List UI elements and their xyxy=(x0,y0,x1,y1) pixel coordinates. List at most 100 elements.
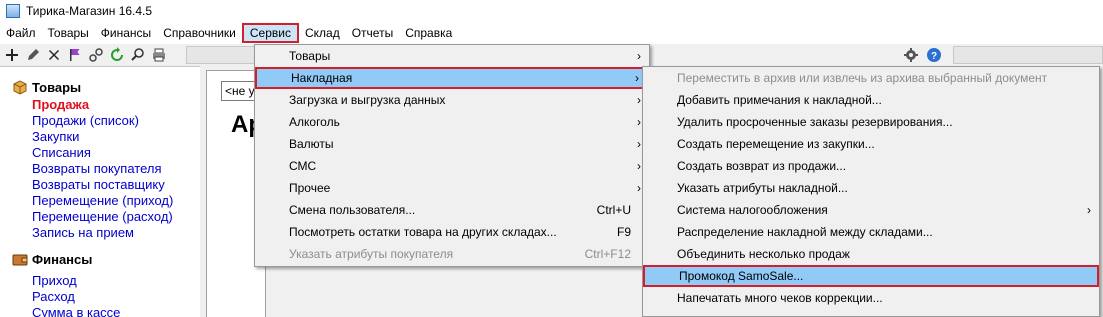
menu-item-label: Накладная xyxy=(291,71,353,85)
flag-icon[interactable] xyxy=(65,46,85,64)
sidebar-item-purchases[interactable]: Закупки xyxy=(0,129,200,145)
svg-text:?: ? xyxy=(931,51,937,62)
menu-warehouse[interactable]: Склад xyxy=(299,23,346,43)
invoice-menu-merge-sales[interactable]: Объединить несколько продаж xyxy=(643,243,1099,265)
menu-item-label: Объединить несколько продаж xyxy=(677,247,850,261)
sidebar-item-cash-sum[interactable]: Сумма в кассе xyxy=(0,305,200,317)
menu-item-label: Товары xyxy=(289,49,331,63)
sidebar-item-transfer-out[interactable]: Перемещение (расход) xyxy=(0,209,200,225)
invoice-menu-add-notes[interactable]: Добавить примечания к накладной... xyxy=(643,89,1099,111)
toolbar-right: ? xyxy=(899,44,1103,66)
menu-finance[interactable]: Финансы xyxy=(95,23,157,43)
service-menu-import-export[interactable]: Загрузка и выгрузка данных › xyxy=(255,89,649,111)
menu-item-label: Создать перемещение из закупки... xyxy=(677,137,875,151)
sidebar-section-goods[interactable]: Товары xyxy=(0,77,200,97)
menu-file[interactable]: Файл xyxy=(0,23,42,43)
invoice-menu-print-correction-receipts[interactable]: Напечатать много чеков коррекции... xyxy=(643,287,1099,309)
sidebar-item-writeoffs[interactable]: Списания xyxy=(0,145,200,161)
invoice-menu-distribute-warehouses[interactable]: Распределение накладной между складами..… xyxy=(643,221,1099,243)
service-menu-customer-attributes: Указать атрибуты покупателя Ctrl+F12 xyxy=(255,243,649,265)
invoice-menu-promocode-samosale[interactable]: Промокод SamoSale... xyxy=(643,265,1099,287)
invoice-menu-delete-expired[interactable]: Удалить просроченные заказы резервирован… xyxy=(643,111,1099,133)
invoice-menu-archive: Переместить в архив или извлечь из архив… xyxy=(643,67,1099,89)
invoice-menu-return-from-sale[interactable]: Создать возврат из продажи... xyxy=(643,155,1099,177)
chevron-right-icon: › xyxy=(1087,203,1091,217)
menu-reports[interactable]: Отчеты xyxy=(346,23,399,43)
sidebar-item-income[interactable]: Приход xyxy=(0,273,200,289)
menu-item-label: СМС xyxy=(289,159,317,173)
service-menu-invoice[interactable]: Накладная › xyxy=(255,67,649,89)
sidebar-item-sale[interactable]: Продажа xyxy=(0,97,200,113)
menu-item-label: Валюты xyxy=(289,137,334,151)
sidebar-item-expense[interactable]: Расход xyxy=(0,289,200,305)
chevron-right-icon: › xyxy=(637,93,641,107)
service-menu-change-user[interactable]: Смена пользователя... Ctrl+U xyxy=(255,199,649,221)
menu-item-label: Промокод SamoSale... xyxy=(679,269,804,283)
menu-item-label: Алкоголь xyxy=(289,115,340,129)
help-icon[interactable]: ? xyxy=(924,46,944,64)
chevron-right-icon: › xyxy=(637,115,641,129)
chevron-right-icon: › xyxy=(637,49,641,63)
service-menu-other[interactable]: Прочее › xyxy=(255,177,649,199)
menu-goods[interactable]: Товары xyxy=(42,23,95,43)
menu-item-label: Напечатать много чеков коррекции... xyxy=(677,291,883,305)
title-bar: Тирика-Магазин 16.4.5 xyxy=(0,0,1103,22)
menu-references[interactable]: Справочники xyxy=(157,23,242,43)
service-menu: Товары › Накладная › Загрузка и выгрузка… xyxy=(254,44,650,267)
sidebar-item-sales-list[interactable]: Продажи (список) xyxy=(0,113,200,129)
menu-item-label: Прочее xyxy=(289,181,331,195)
link-icon[interactable] xyxy=(86,46,106,64)
search-icon[interactable] xyxy=(128,46,148,64)
box-icon xyxy=(12,79,28,95)
service-menu-alcohol[interactable]: Алкоголь › xyxy=(255,111,649,133)
menu-help[interactable]: Справка xyxy=(399,23,458,43)
sidebar-item-transfer-in[interactable]: Перемещение (приход) xyxy=(0,193,200,209)
menu-item-label: Посмотреть остатки товара на других скла… xyxy=(289,225,557,239)
app-icon xyxy=(6,4,20,18)
menu-item-label: Удалить просроченные заказы резервирован… xyxy=(677,115,953,129)
menu-item-label: Указать атрибуты накладной... xyxy=(677,181,848,195)
invoice-submenu: Переместить в архив или извлечь из архив… xyxy=(642,66,1100,317)
menu-item-label: Добавить примечания к накладной... xyxy=(677,93,882,107)
sidebar: Товары Продажа Продажи (список) Закупки … xyxy=(0,66,200,317)
invoice-menu-attributes[interactable]: Указать атрибуты накладной... xyxy=(643,177,1099,199)
sidebar-item-appointment[interactable]: Запись на прием xyxy=(0,225,200,241)
chevron-right-icon: › xyxy=(637,181,641,195)
toolbar-field xyxy=(186,46,258,64)
menu-item-label: Система налогообложения xyxy=(677,203,828,217)
toolbar-right-field xyxy=(953,46,1103,64)
chevron-right-icon: › xyxy=(635,71,639,85)
settings-icon[interactable] xyxy=(901,46,921,64)
sidebar-section-title: Финансы xyxy=(32,251,93,267)
menu-item-shortcut: Ctrl+F12 xyxy=(584,247,631,261)
refresh-icon[interactable] xyxy=(107,46,127,64)
service-menu-goods[interactable]: Товары › xyxy=(255,45,649,67)
window-title: Тирика-Магазин 16.4.5 xyxy=(26,4,153,18)
chevron-right-icon: › xyxy=(637,159,641,173)
sidebar-section-finance[interactable]: Финансы xyxy=(0,249,200,269)
menu-item-label: Смена пользователя... xyxy=(289,203,416,217)
invoice-menu-transfer-from-purchase[interactable]: Создать перемещение из закупки... xyxy=(643,133,1099,155)
print-icon[interactable] xyxy=(149,46,169,64)
chevron-right-icon: › xyxy=(637,137,641,151)
service-menu-stock-other-warehouses[interactable]: Посмотреть остатки товара на других скла… xyxy=(255,221,649,243)
edit-icon[interactable] xyxy=(23,46,43,64)
menu-item-label: Создать возврат из продажи... xyxy=(677,159,847,173)
service-menu-sms[interactable]: СМС › xyxy=(255,155,649,177)
sidebar-item-customer-returns[interactable]: Возвраты покупателя xyxy=(0,161,200,177)
menu-item-label: Загрузка и выгрузка данных xyxy=(289,93,446,107)
sidebar-section-title: Товары xyxy=(32,79,82,95)
delete-icon[interactable] xyxy=(44,46,64,64)
wallet-icon xyxy=(12,251,28,267)
menu-item-shortcut: F9 xyxy=(616,225,631,239)
invoice-menu-tax-system[interactable]: Система налогообложения › xyxy=(643,199,1099,221)
service-menu-currencies[interactable]: Валюты › xyxy=(255,133,649,155)
menu-item-label: Распределение накладной между складами..… xyxy=(677,225,933,239)
menu-bar: Файл Товары Финансы Справочники Сервис С… xyxy=(0,22,1103,44)
add-icon[interactable] xyxy=(2,46,22,64)
menu-item-label: Переместить в архив или извлечь из архив… xyxy=(677,71,1048,85)
menu-item-shortcut: Ctrl+U xyxy=(596,203,631,217)
menu-service[interactable]: Сервис xyxy=(241,23,299,43)
sidebar-item-supplier-returns[interactable]: Возвраты поставщику xyxy=(0,177,200,193)
menu-item-label: Указать атрибуты покупателя xyxy=(289,247,454,261)
